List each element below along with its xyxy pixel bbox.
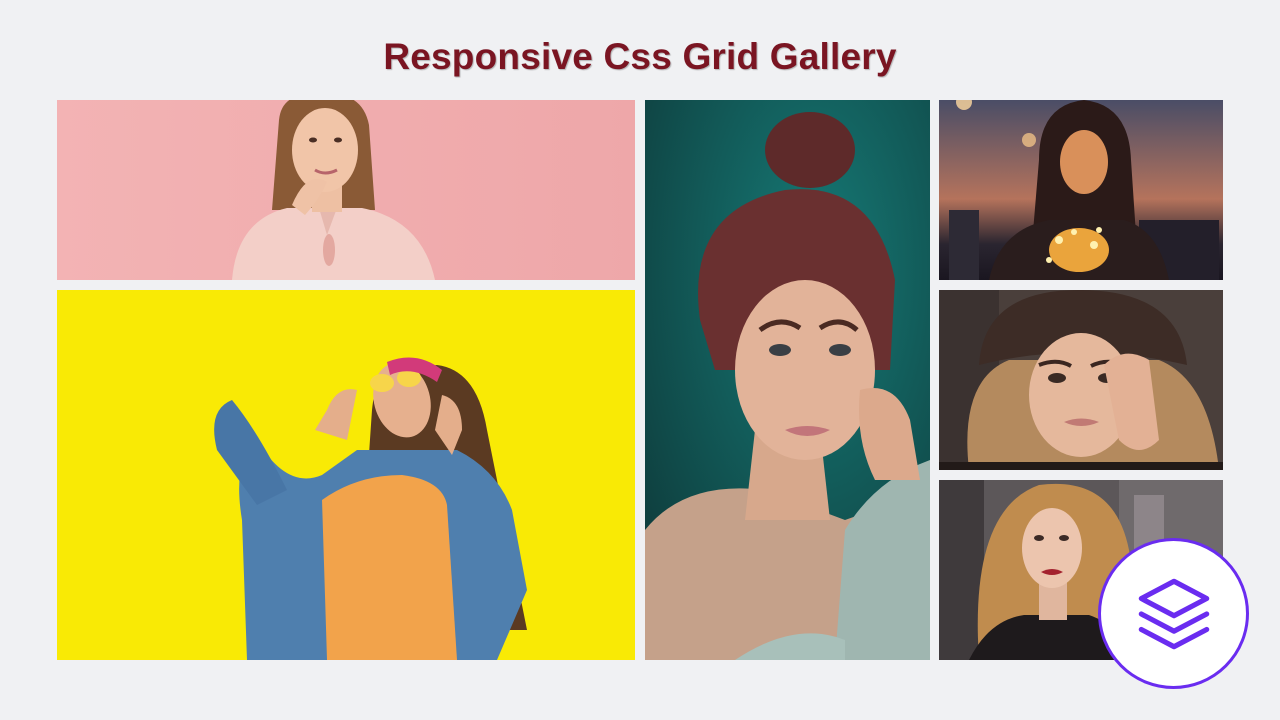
gallery-image-yellow-wall[interactable] <box>57 290 635 660</box>
teal-portrait-photo <box>645 100 930 660</box>
gallery-image-pink-portrait[interactable] <box>57 100 635 280</box>
string-lights-photo <box>939 100 1223 280</box>
gallery-image-teal-portrait[interactable] <box>645 100 930 660</box>
fur-hat-photo <box>939 290 1223 470</box>
layers-logo-button[interactable] <box>1098 538 1249 689</box>
pink-portrait-photo <box>57 100 635 280</box>
gallery-image-fur-hat[interactable] <box>939 290 1223 470</box>
gallery-image-string-lights[interactable] <box>939 100 1223 280</box>
page-title: Responsive Css Grid Gallery <box>383 36 897 77</box>
layers-icon <box>1138 578 1209 649</box>
yellow-wall-photo <box>57 290 635 660</box>
